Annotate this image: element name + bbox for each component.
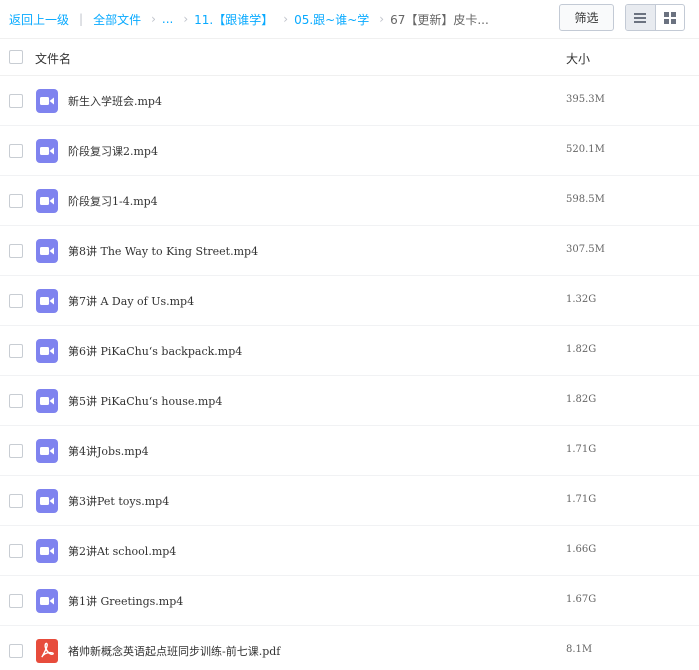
file-row[interactable]: 第7讲 A Day of Us.mp4 1.32G xyxy=(0,276,699,326)
column-header-size[interactable]: 大小 xyxy=(566,50,590,67)
file-row[interactable]: 第8讲 The Way to King Street.mp4 307.5M xyxy=(0,226,699,276)
breadcrumb-ellipsis[interactable]: ... xyxy=(162,12,173,26)
select-all-checkbox[interactable] xyxy=(9,50,23,64)
row-checkbox[interactable] xyxy=(9,494,23,508)
file-size: 1.71G xyxy=(566,494,597,505)
row-checkbox[interactable] xyxy=(9,444,23,458)
file-name[interactable]: 第6讲 PiKaChu‘s backpack.mp4 xyxy=(68,343,242,359)
chevron-right-icon: › xyxy=(151,12,156,26)
grid-view-button[interactable] xyxy=(654,5,684,30)
file-size: 520.1M xyxy=(566,144,605,155)
file-size: 598.5M xyxy=(566,194,605,205)
video-icon xyxy=(36,239,58,263)
row-checkbox[interactable] xyxy=(9,94,23,108)
row-checkbox[interactable] xyxy=(9,194,23,208)
file-name[interactable]: 第4讲Jobs.mp4 xyxy=(68,443,149,459)
video-icon xyxy=(36,89,58,113)
grid-view-icon xyxy=(663,11,676,24)
list-view-icon xyxy=(634,12,647,23)
row-checkbox[interactable] xyxy=(9,394,23,408)
table-header: 文件名 大小 xyxy=(0,38,699,76)
file-row[interactable]: 第2讲At school.mp4 1.66G xyxy=(0,526,699,576)
file-size: 307.5M xyxy=(566,244,605,255)
file-size: 1.82G xyxy=(566,344,597,355)
breadcrumb-current: 67【更新】皮卡... xyxy=(390,12,489,27)
file-row[interactable]: 褚帅新概念英语起点班同步训练-前七课.pdf 8.1M xyxy=(0,626,699,670)
file-row[interactable]: 阶段复习课2.mp4 520.1M xyxy=(0,126,699,176)
video-icon xyxy=(36,539,58,563)
breadcrumb: 返回上一级 | 全部文件 › ... › 11.【跟谁学】 › 05.跟~谁~学… xyxy=(9,10,489,28)
breadcrumb-level1[interactable]: 11.【跟谁学】 xyxy=(194,11,273,28)
video-icon xyxy=(36,139,58,163)
file-size: 1.67G xyxy=(566,594,597,605)
file-name[interactable]: 阶段复习1-4.mp4 xyxy=(68,193,158,209)
pdf-icon xyxy=(36,639,58,663)
row-checkbox[interactable] xyxy=(9,644,23,658)
file-row[interactable]: 第1讲 Greetings.mp4 1.67G xyxy=(0,576,699,626)
row-checkbox[interactable] xyxy=(9,294,23,308)
column-header-name[interactable]: 文件名 xyxy=(35,50,71,67)
video-icon xyxy=(36,489,58,513)
file-size: 8.1M xyxy=(566,644,593,655)
file-name[interactable]: 第1讲 Greetings.mp4 xyxy=(68,593,183,609)
video-icon xyxy=(36,389,58,413)
row-checkbox[interactable] xyxy=(9,544,23,558)
row-checkbox[interactable] xyxy=(9,144,23,158)
file-row[interactable]: 第6讲 PiKaChu‘s backpack.mp4 1.82G xyxy=(0,326,699,376)
file-row[interactable]: 第5讲 PiKaChu‘s house.mp4 1.82G xyxy=(0,376,699,426)
chevron-right-icon: › xyxy=(379,12,385,26)
row-checkbox[interactable] xyxy=(9,244,23,258)
file-name[interactable]: 第3讲Pet toys.mp4 xyxy=(68,493,169,509)
file-name[interactable]: 褚帅新概念英语起点班同步训练-前七课.pdf xyxy=(68,643,280,659)
video-icon xyxy=(36,189,58,213)
chevron-right-icon: › xyxy=(183,12,189,26)
breadcrumb-level2[interactable]: 05.跟~谁~学 xyxy=(294,11,369,28)
breadcrumb-separator: | xyxy=(79,12,84,26)
file-size: 395.3M xyxy=(566,94,605,105)
file-name[interactable]: 第8讲 The Way to King Street.mp4 xyxy=(68,243,258,259)
file-name[interactable]: 第5讲 PiKaChu‘s house.mp4 xyxy=(68,393,222,409)
view-toggle xyxy=(625,4,685,31)
filter-button[interactable]: 筛选 xyxy=(559,4,614,31)
list-view-button[interactable] xyxy=(626,5,655,30)
video-icon xyxy=(36,339,58,363)
file-size: 1.82G xyxy=(566,394,597,405)
file-name[interactable]: 阶段复习课2.mp4 xyxy=(68,143,158,159)
file-row[interactable]: 第3讲Pet toys.mp4 1.71G xyxy=(0,476,699,526)
chevron-right-icon: › xyxy=(283,12,289,26)
file-row[interactable]: 第4讲Jobs.mp4 1.71G xyxy=(0,426,699,476)
file-row[interactable]: 阶段复习1-4.mp4 598.5M xyxy=(0,176,699,226)
file-name[interactable]: 第7讲 A Day of Us.mp4 xyxy=(68,293,194,309)
top-toolbar: 返回上一级 | 全部文件 › ... › 11.【跟谁学】 › 05.跟~谁~学… xyxy=(0,0,699,38)
file-list: 新生入学班会.mp4 395.3M 阶段复习课2.mp4 520.1M 阶段复习… xyxy=(0,76,699,670)
file-size: 1.71G xyxy=(566,444,597,455)
file-name[interactable]: 新生入学班会.mp4 xyxy=(68,93,162,109)
video-icon xyxy=(36,439,58,463)
file-size: 1.32G xyxy=(566,294,597,305)
breadcrumb-root[interactable]: 全部文件 xyxy=(93,11,141,28)
video-icon xyxy=(36,289,58,313)
file-row[interactable]: 新生入学班会.mp4 395.3M xyxy=(0,76,699,126)
file-size: 1.66G xyxy=(566,544,597,555)
row-checkbox[interactable] xyxy=(9,594,23,608)
file-name[interactable]: 第2讲At school.mp4 xyxy=(68,543,176,559)
back-link[interactable]: 返回上一级 xyxy=(9,11,69,28)
video-icon xyxy=(36,589,58,613)
row-checkbox[interactable] xyxy=(9,344,23,358)
